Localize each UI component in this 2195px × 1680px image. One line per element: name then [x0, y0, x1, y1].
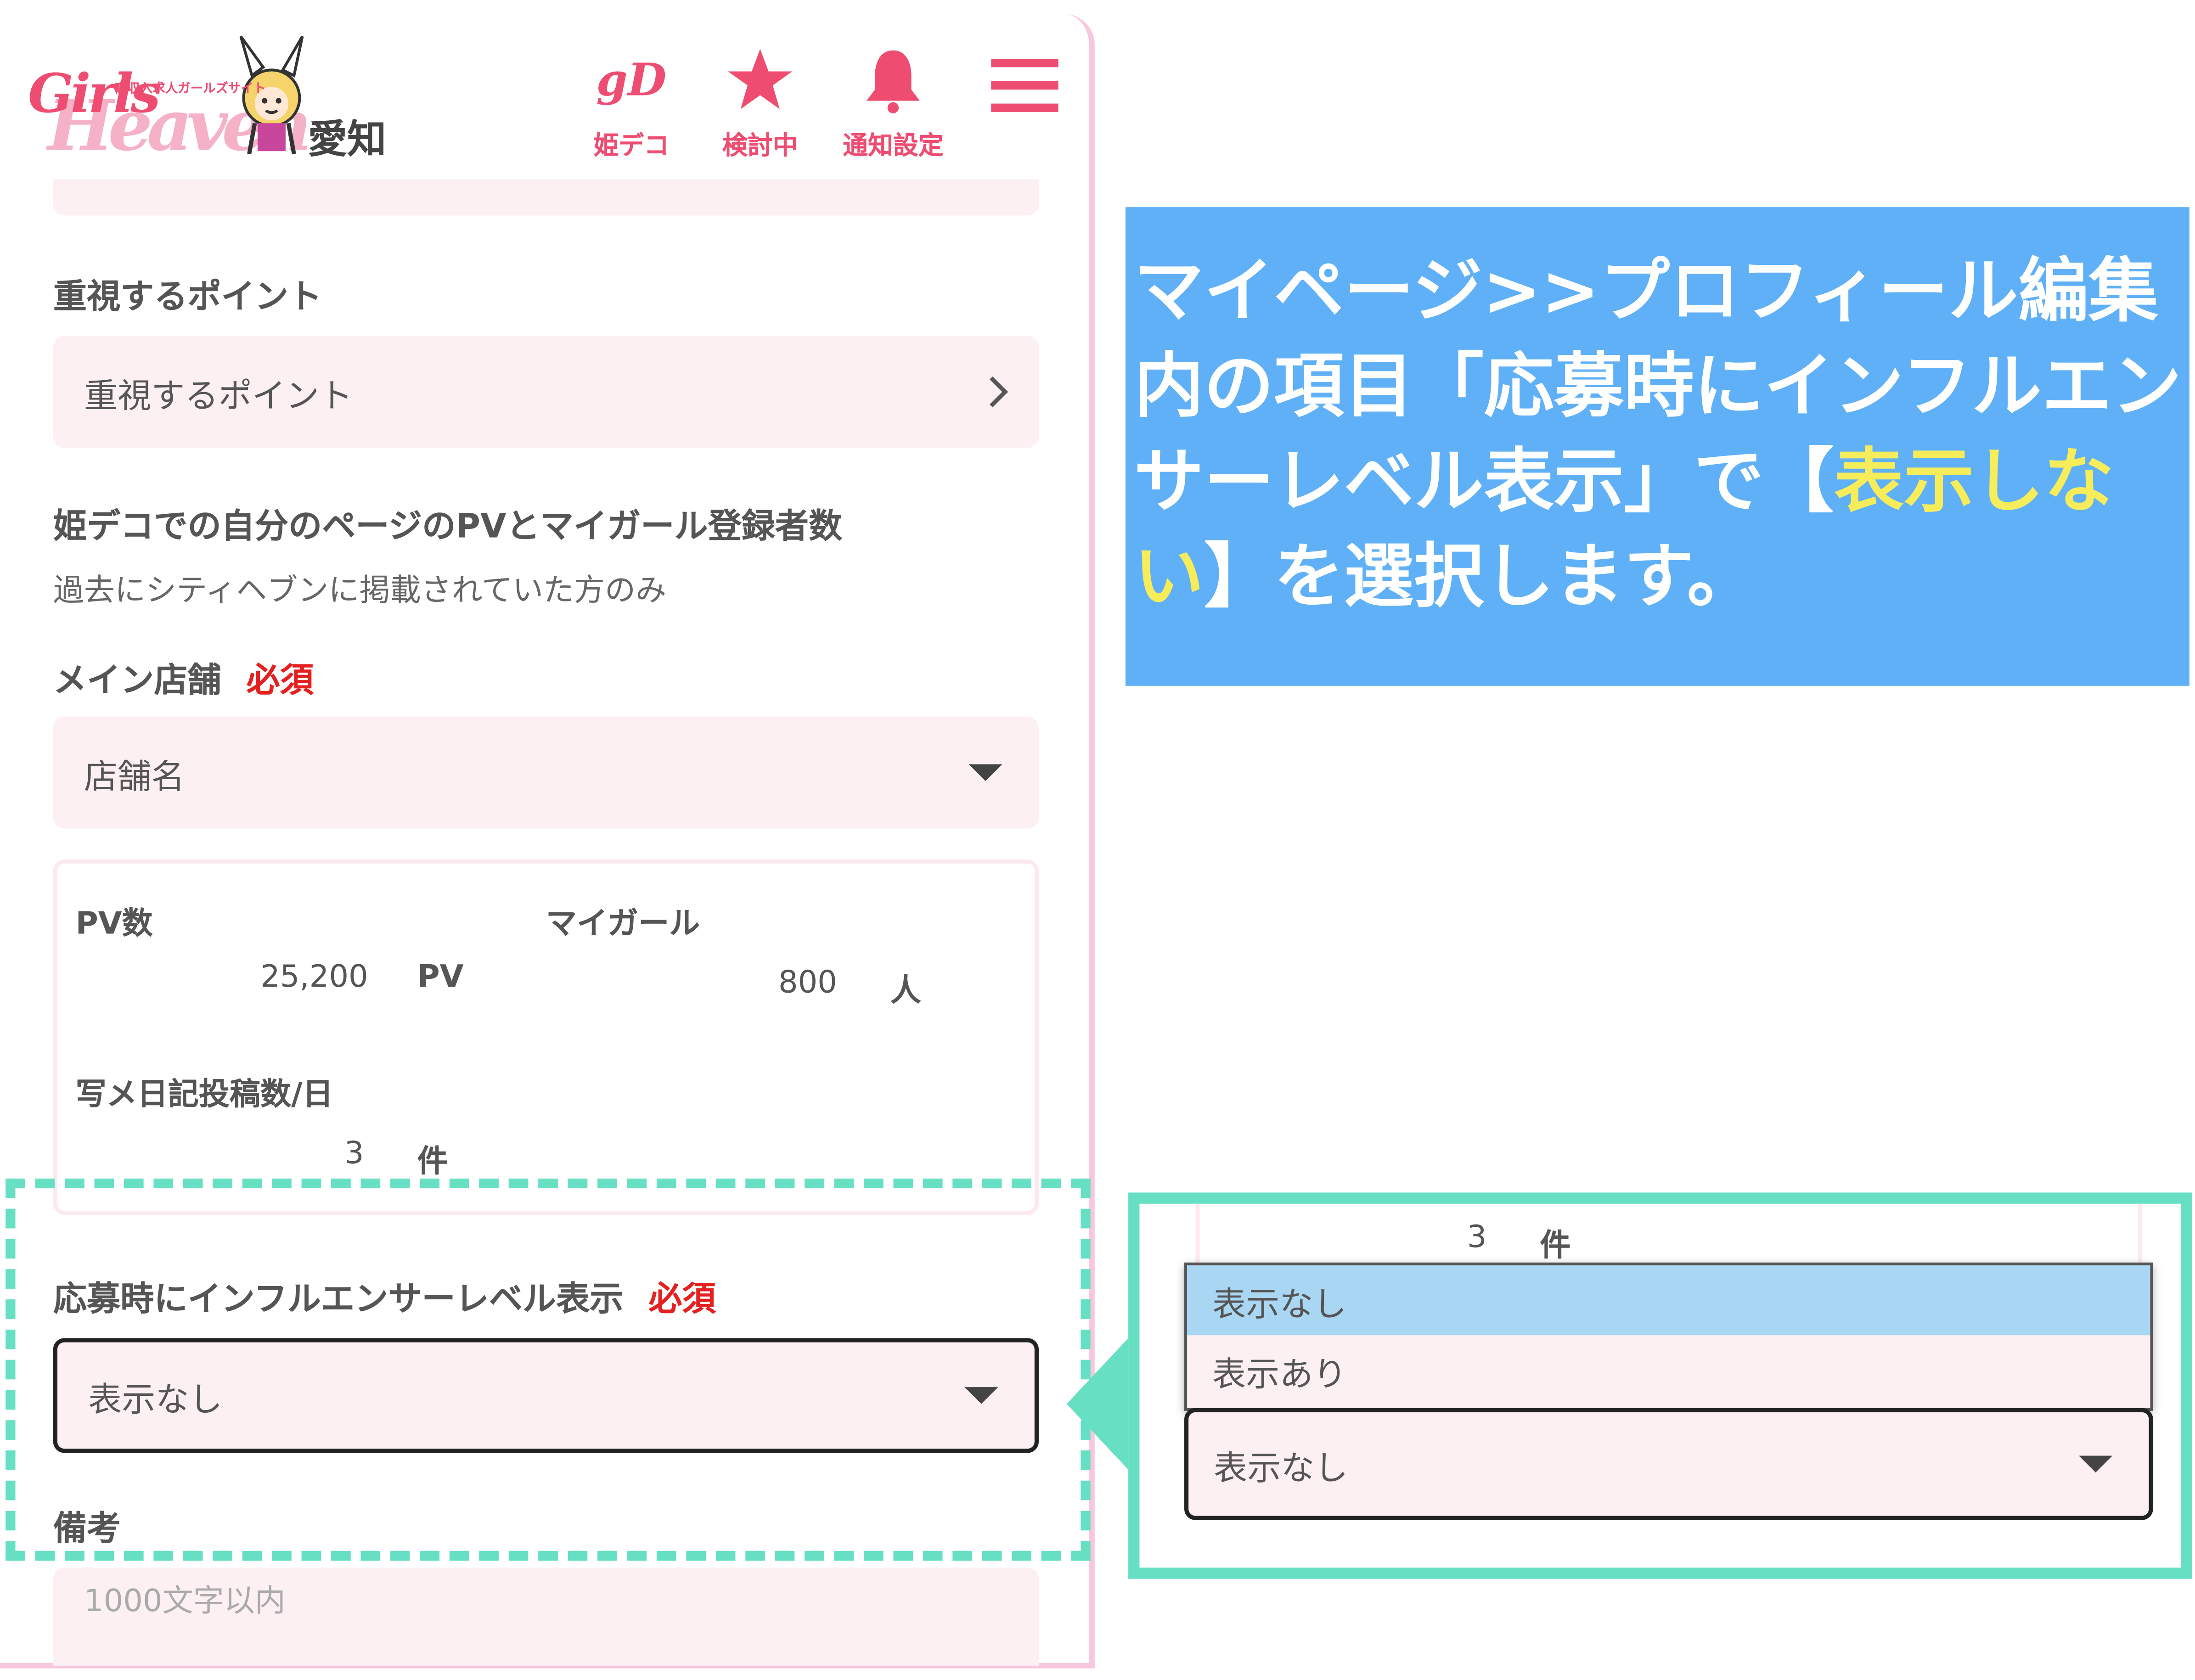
store-select-value: 店舗名: [84, 756, 185, 796]
nav-favorites-label: 検討中: [722, 131, 798, 161]
priority-selector[interactable]: 重視するポイント: [53, 336, 1039, 448]
store-select[interactable]: 店舗名: [53, 716, 1039, 829]
remarks-textarea[interactable]: 1000文字以内: [53, 1568, 1039, 1666]
pv-count-unit: PV: [417, 960, 464, 995]
pv-count-label: PV数: [75, 907, 153, 942]
diary-label: 写メ日記投稿数/日: [75, 1078, 333, 1113]
mygirl-label: マイガール: [546, 907, 700, 942]
nav-himedeco-label: 姫デコ: [593, 131, 670, 161]
nav-notifications-label: 通知設定: [843, 131, 944, 161]
zoomed-dropdown-panel: 3 件 表示なし 表示あり 表示なし: [1128, 1192, 2192, 1579]
pv-section-label: 姫デコでの自分のページのPVとマイガール登録者数: [53, 506, 843, 546]
dropdown-arrow-icon: [2079, 1455, 2113, 1473]
main-store-label-text: メイン店舗: [53, 660, 221, 700]
dropdown-arrow-icon: [968, 764, 1002, 781]
callout-text-after: 】を選択します。: [1204, 536, 1757, 618]
instruction-callout: マイページ>>プロフィール編集内の項目「応募時にインフルエンサーレベル表示」で【…: [1125, 207, 2189, 686]
dropdown-option-hide[interactable]: 表示なし: [1187, 1265, 2150, 1336]
diary-value: 3: [344, 1136, 364, 1172]
logo-area-text: 愛知: [308, 116, 387, 163]
pv-section-note: 過去にシティヘブンに掲載されていた方のみ: [53, 573, 667, 609]
zoom-diary-unit: 件: [1540, 1229, 1571, 1264]
zoom-diary-value: 3: [1467, 1220, 1487, 1256]
nav-himedeco[interactable]: gD 姫デコ: [568, 42, 694, 162]
hamburger-icon[interactable]: [991, 59, 1058, 112]
zoom-select-value: 表示なし: [1214, 1448, 1348, 1488]
dropdown-list: 表示なし 表示あり: [1184, 1262, 2153, 1411]
previous-field-bottom: [53, 179, 1039, 216]
highlight-dashed-box: [6, 1178, 1091, 1561]
chevron-right-icon: [990, 376, 1008, 408]
priority-placeholder: 重視するポイント: [84, 376, 353, 415]
bell-icon: [830, 42, 956, 118]
zoom-influencer-select[interactable]: 表示なし: [1184, 1408, 2153, 1520]
diary-unit: 件: [417, 1145, 448, 1180]
himedeco-icon: gD: [596, 53, 667, 107]
main-store-label: メイン店舗 必須: [53, 652, 314, 702]
pv-count-value: 25,200: [260, 960, 368, 995]
required-badge: 必須: [246, 660, 314, 700]
nav-favorites[interactable]: 検討中: [697, 42, 823, 162]
remarks-placeholder: 1000文字以内: [84, 1584, 286, 1620]
dropdown-option-show[interactable]: 表示あり: [1187, 1335, 2150, 1405]
mygirl-unit: 人: [890, 974, 921, 1009]
logo-tagline: 高収入求人ガールズサイト: [114, 82, 266, 97]
zoom-stats-edge: [1195, 1203, 2142, 1271]
star-icon: [697, 42, 823, 118]
nav-notifications[interactable]: 通知設定: [830, 42, 956, 162]
mygirl-value: 800: [778, 966, 838, 1001]
priority-label: 重視するポイント: [53, 277, 322, 316]
pointer-arrow-icon: [1066, 1338, 1129, 1470]
